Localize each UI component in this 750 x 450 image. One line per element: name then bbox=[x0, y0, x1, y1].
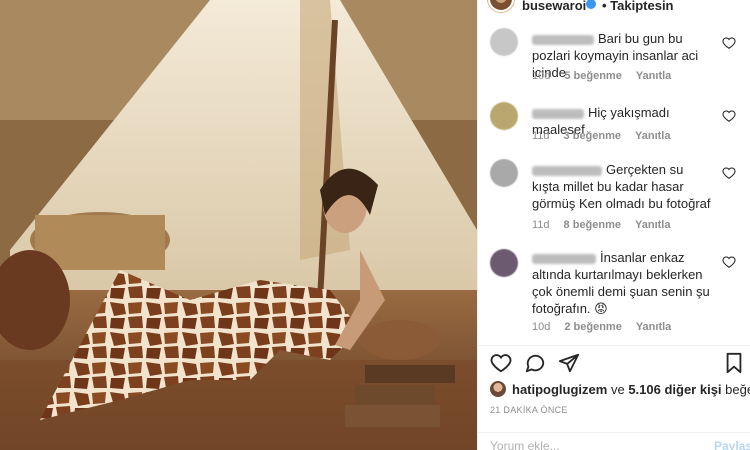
comment-reply-button[interactable]: Yanıtla bbox=[635, 130, 670, 142]
share-icon[interactable] bbox=[558, 352, 580, 374]
liked-by-text: hatipoglugizem ve 5.106 diğer kişi beğen… bbox=[512, 382, 750, 397]
liked-connector: ve bbox=[607, 382, 629, 397]
post-sidebar: busewaroi • Takiptesin Bari bu gun bu po… bbox=[477, 0, 750, 450]
post-timestamp: 21 DAKİKA ÖNCE bbox=[490, 405, 568, 415]
commenter-username-blurred[interactable] bbox=[532, 165, 602, 176]
comment-age: 10d bbox=[532, 70, 551, 82]
heart-icon[interactable] bbox=[490, 352, 512, 374]
comment-reply-button[interactable]: Yanıtla bbox=[635, 219, 670, 231]
author-avatar[interactable] bbox=[488, 0, 514, 12]
bookmark-icon[interactable] bbox=[723, 352, 745, 374]
comment-like-icon[interactable] bbox=[722, 166, 736, 180]
action-bar bbox=[490, 350, 745, 376]
comment-likes[interactable]: 2 beğenme bbox=[564, 321, 621, 333]
commenter-username-blurred[interactable] bbox=[532, 34, 594, 45]
comment-reply-button[interactable]: Yanıtla bbox=[636, 70, 671, 82]
commenter-avatar[interactable] bbox=[490, 159, 518, 187]
liker-username[interactable]: hatipoglugizem bbox=[512, 382, 607, 397]
comment-like-icon[interactable] bbox=[722, 255, 736, 269]
verified-badge-icon bbox=[586, 0, 596, 9]
comment-age: 10d bbox=[532, 321, 551, 333]
comment-meta: 10d 2 beğenme Yanıtla bbox=[532, 321, 685, 333]
add-comment-bar: Paylaş bbox=[478, 432, 750, 450]
likes-count[interactable]: 5.106 diğer kişi bbox=[628, 382, 721, 397]
liker-avatar[interactable] bbox=[490, 381, 506, 397]
comment-icon[interactable] bbox=[524, 352, 546, 374]
comment-input[interactable] bbox=[490, 439, 690, 450]
comment-age: 11d bbox=[532, 219, 550, 231]
post-comment-button[interactable]: Paylaş bbox=[714, 439, 750, 450]
comment-like-icon[interactable] bbox=[722, 109, 736, 123]
follow-status[interactable]: • Takiptesin bbox=[602, 0, 674, 13]
photo-illustration bbox=[0, 0, 477, 450]
liked-suffix: beğendi bbox=[725, 382, 750, 397]
comment-like-icon[interactable] bbox=[722, 36, 736, 50]
post-photo[interactable] bbox=[0, 0, 477, 450]
comment-likes[interactable]: 3 beğenme bbox=[564, 130, 621, 142]
author-username[interactable]: busewaroi bbox=[522, 0, 586, 13]
comment-body: İnsanlar enkaz altında kurtarılmayı bekl… bbox=[532, 249, 712, 317]
commenter-avatar[interactable] bbox=[490, 102, 518, 130]
comment-likes[interactable]: 5 beğenme bbox=[564, 70, 621, 82]
section-divider bbox=[478, 345, 750, 346]
comment-meta: 11d 3 beğenme Yanıtla bbox=[532, 130, 684, 142]
comment-age: 11d bbox=[532, 130, 550, 142]
commenter-username-blurred[interactable] bbox=[532, 253, 596, 264]
commenter-avatar[interactable] bbox=[490, 249, 518, 277]
liked-by: hatipoglugizem ve 5.106 diğer kişi beğen… bbox=[490, 381, 750, 399]
commenter-username-blurred[interactable] bbox=[532, 108, 584, 119]
post-header: busewaroi • Takiptesin bbox=[478, 0, 750, 18]
comment-meta: 10d 5 beğenme Yanıtla bbox=[532, 70, 685, 82]
commenter-avatar[interactable] bbox=[490, 28, 518, 56]
comment-body: Gerçekten su kışta millet bu kadar hasar… bbox=[532, 161, 712, 212]
comment-likes[interactable]: 8 beğenme bbox=[564, 219, 621, 231]
comment-meta: 11d 8 beğenme Yanıtla bbox=[532, 219, 684, 231]
comment-reply-button[interactable]: Yanıtla bbox=[636, 321, 671, 333]
